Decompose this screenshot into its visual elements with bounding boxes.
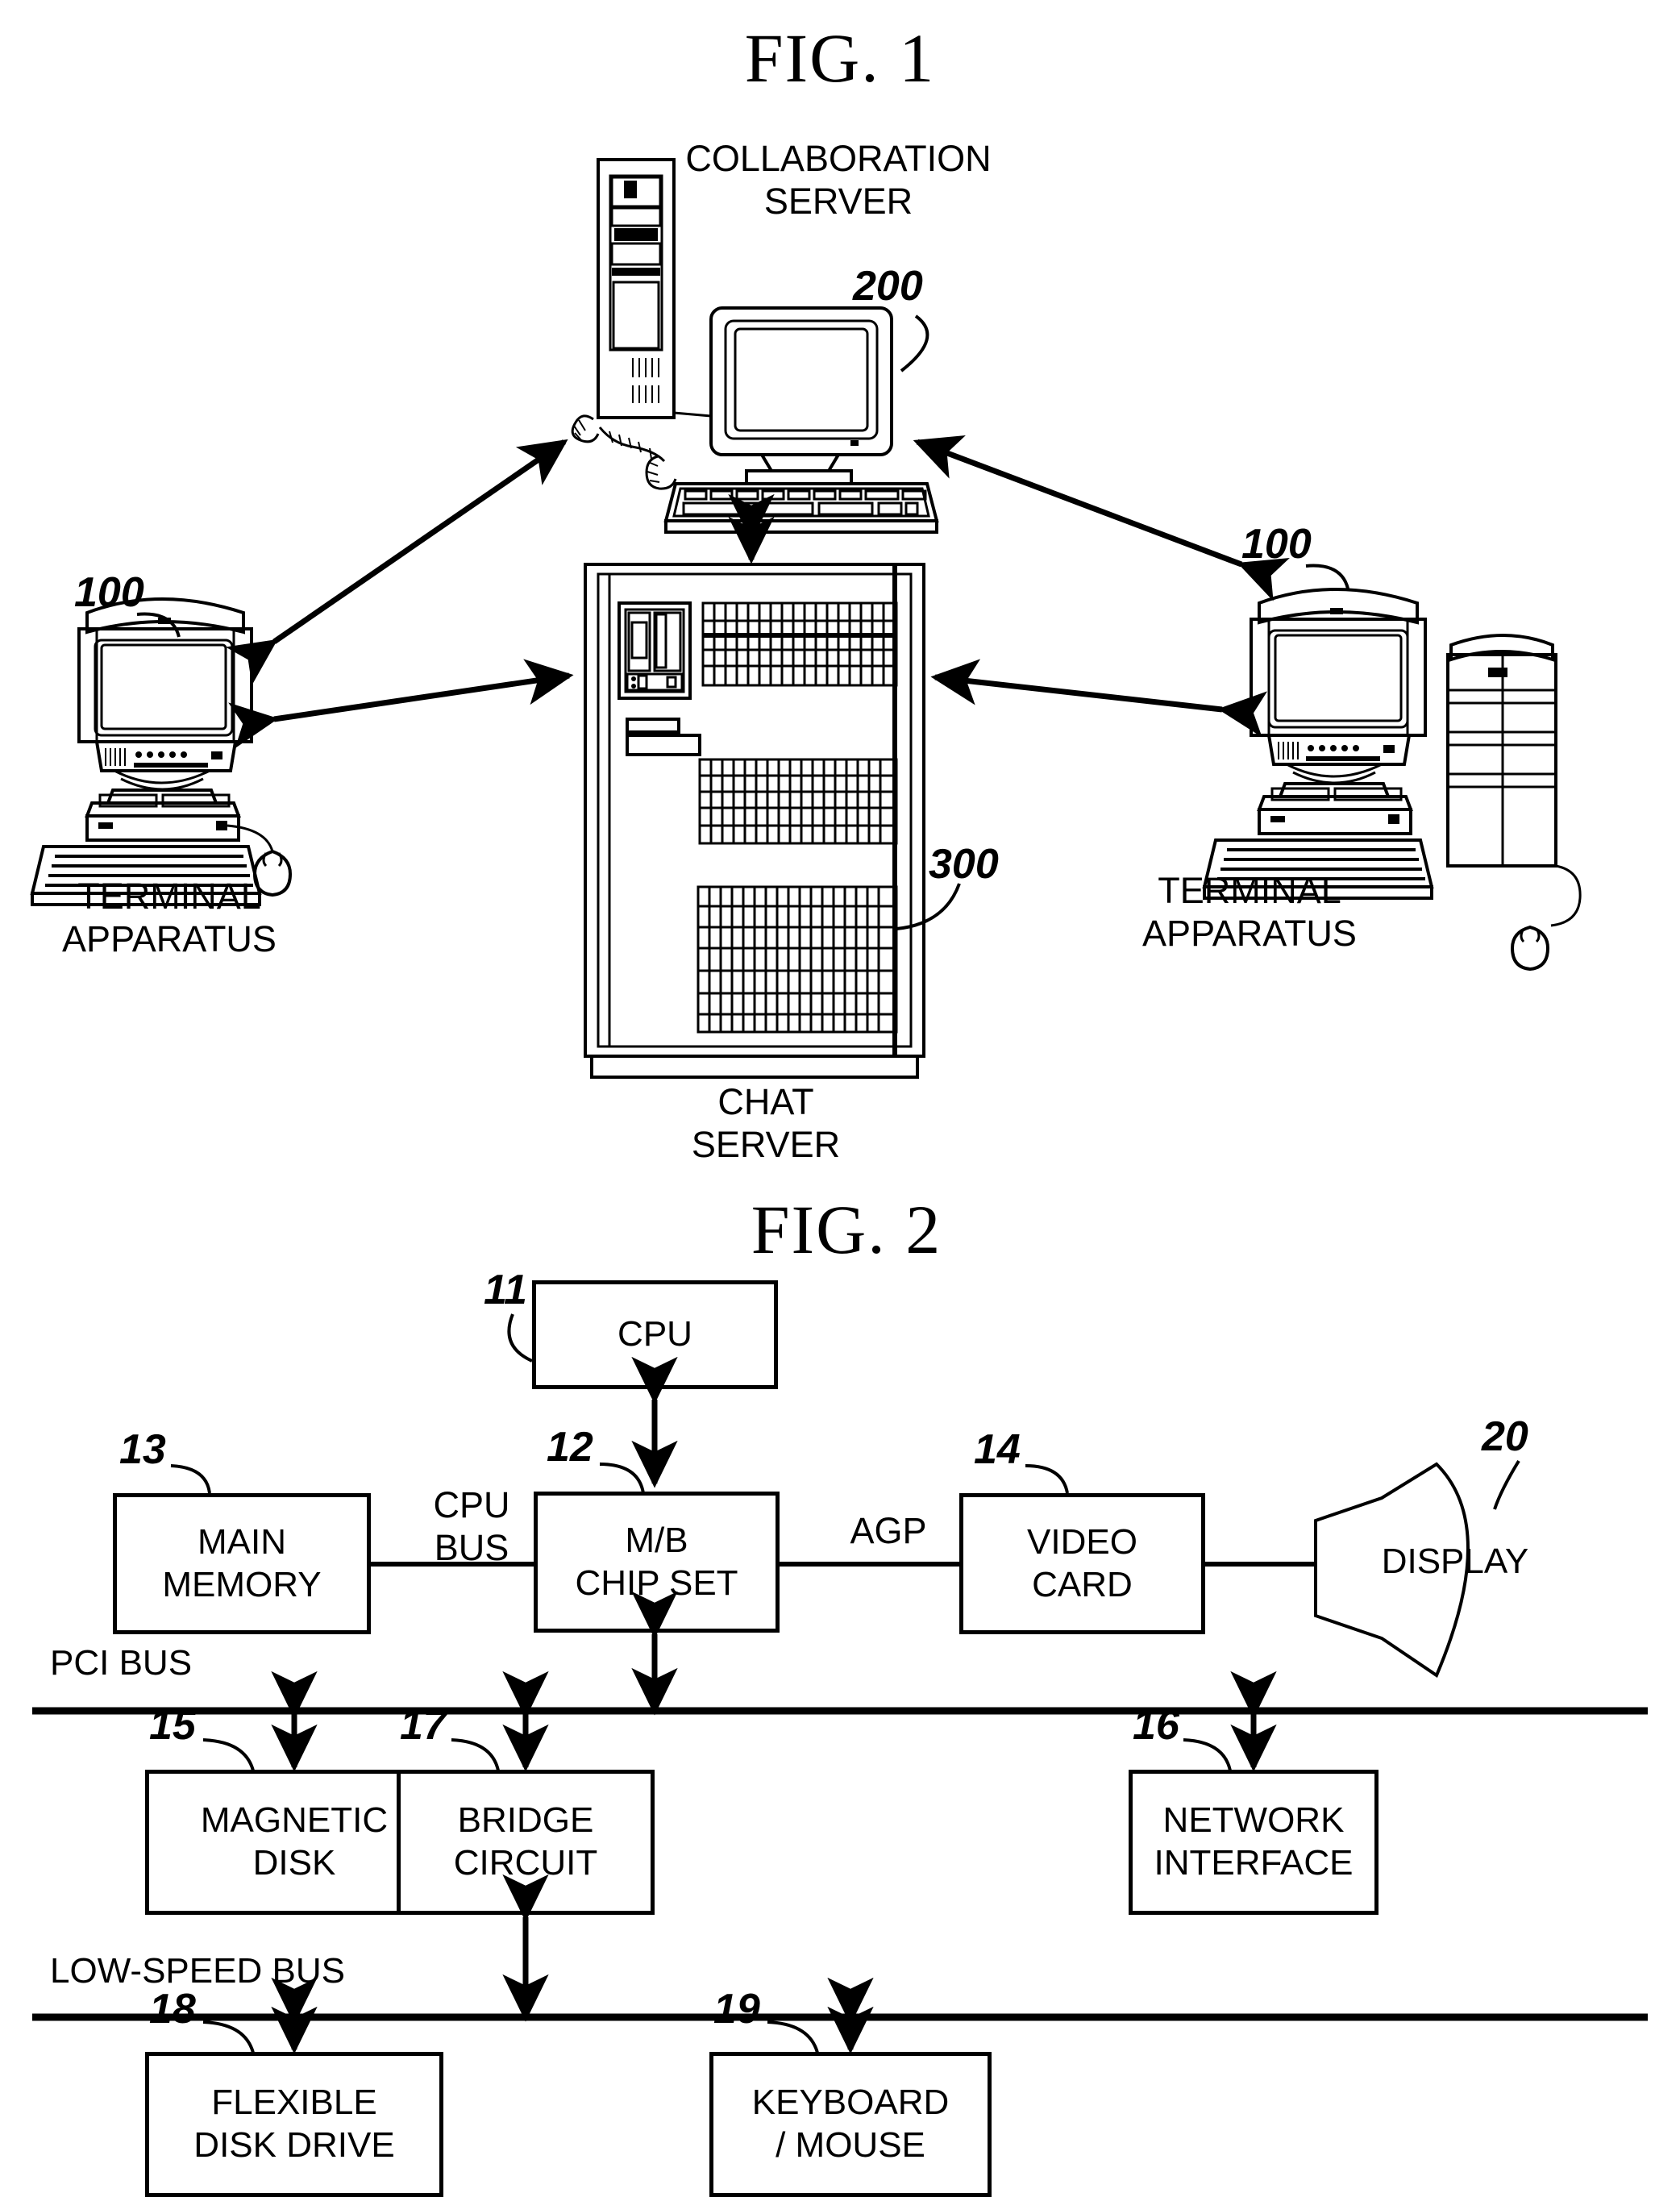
refnum-display: 20 (1482, 1413, 1528, 1460)
refnum-bridge-circuit: 17 (400, 1702, 447, 1749)
block-bridge-circuit[interactable]: BRIDGE CIRCUIT (397, 1770, 655, 1915)
block-cpu[interactable]: CPU (532, 1280, 778, 1389)
refnum-magnetic-disk: 15 (149, 1702, 196, 1749)
terminal-left-refnum: 100 (74, 569, 144, 616)
refnum-network-interface: 16 (1133, 1702, 1179, 1749)
figure-2-title: FIG. 2 (751, 1191, 942, 1268)
fig1-leader-lines (136, 314, 1349, 930)
chat-server-illustration (584, 563, 925, 1079)
bus-label-agp: AGP (850, 1510, 927, 1551)
chat-server-refnum: 300 (929, 841, 999, 888)
terminal-right-refnum: 100 (1241, 521, 1312, 568)
figure-1-title: FIG. 1 (744, 19, 936, 97)
block-network-interface[interactable]: NETWORK INTERFACE (1129, 1770, 1379, 1915)
terminal-right-label: TERMINAL APPARATUS (1142, 870, 1357, 955)
terminal-left-illustration (30, 597, 293, 906)
refnum-cpu: 11 (484, 1267, 527, 1313)
block-keyboard-mouse[interactable]: KEYBOARD / MOUSE (709, 2052, 992, 2197)
block-flexible-disk-drive[interactable]: FLEXIBLE DISK DRIVE (145, 2052, 443, 2197)
block-main-memory[interactable]: MAIN MEMORY (113, 1493, 371, 1634)
block-chipset[interactable]: M/B CHIP SET (534, 1492, 780, 1633)
block-video-card[interactable]: VIDEO CARD (959, 1493, 1205, 1634)
collaboration-server-refnum: 200 (853, 263, 923, 310)
block-display-label: DISPLAY (1381, 1542, 1529, 1581)
bus-label-low-speed: LOW-SPEED BUS (50, 1951, 345, 1991)
refnum-chipset: 12 (547, 1424, 593, 1471)
fig1-network-arrows (225, 435, 1290, 749)
bus-label-pci: PCI BUS (50, 1643, 193, 1683)
refnum-keyboard-mouse: 19 (713, 1986, 760, 2033)
refnum-main-memory: 13 (119, 1426, 166, 1473)
chat-server-label: CHAT SERVER (691, 1081, 841, 1166)
terminal-left-label: TERMINAL APPARATUS (62, 876, 277, 960)
refnum-video-card: 14 (974, 1426, 1021, 1473)
bus-label-cpu-bus: CPU BUS (433, 1484, 510, 1569)
collaboration-server-label: COLLABORATION SERVER (685, 138, 992, 223)
fig2-leader-lines (170, 1313, 1520, 2053)
refnum-flexible-disk-drive: 18 (149, 1986, 196, 2033)
